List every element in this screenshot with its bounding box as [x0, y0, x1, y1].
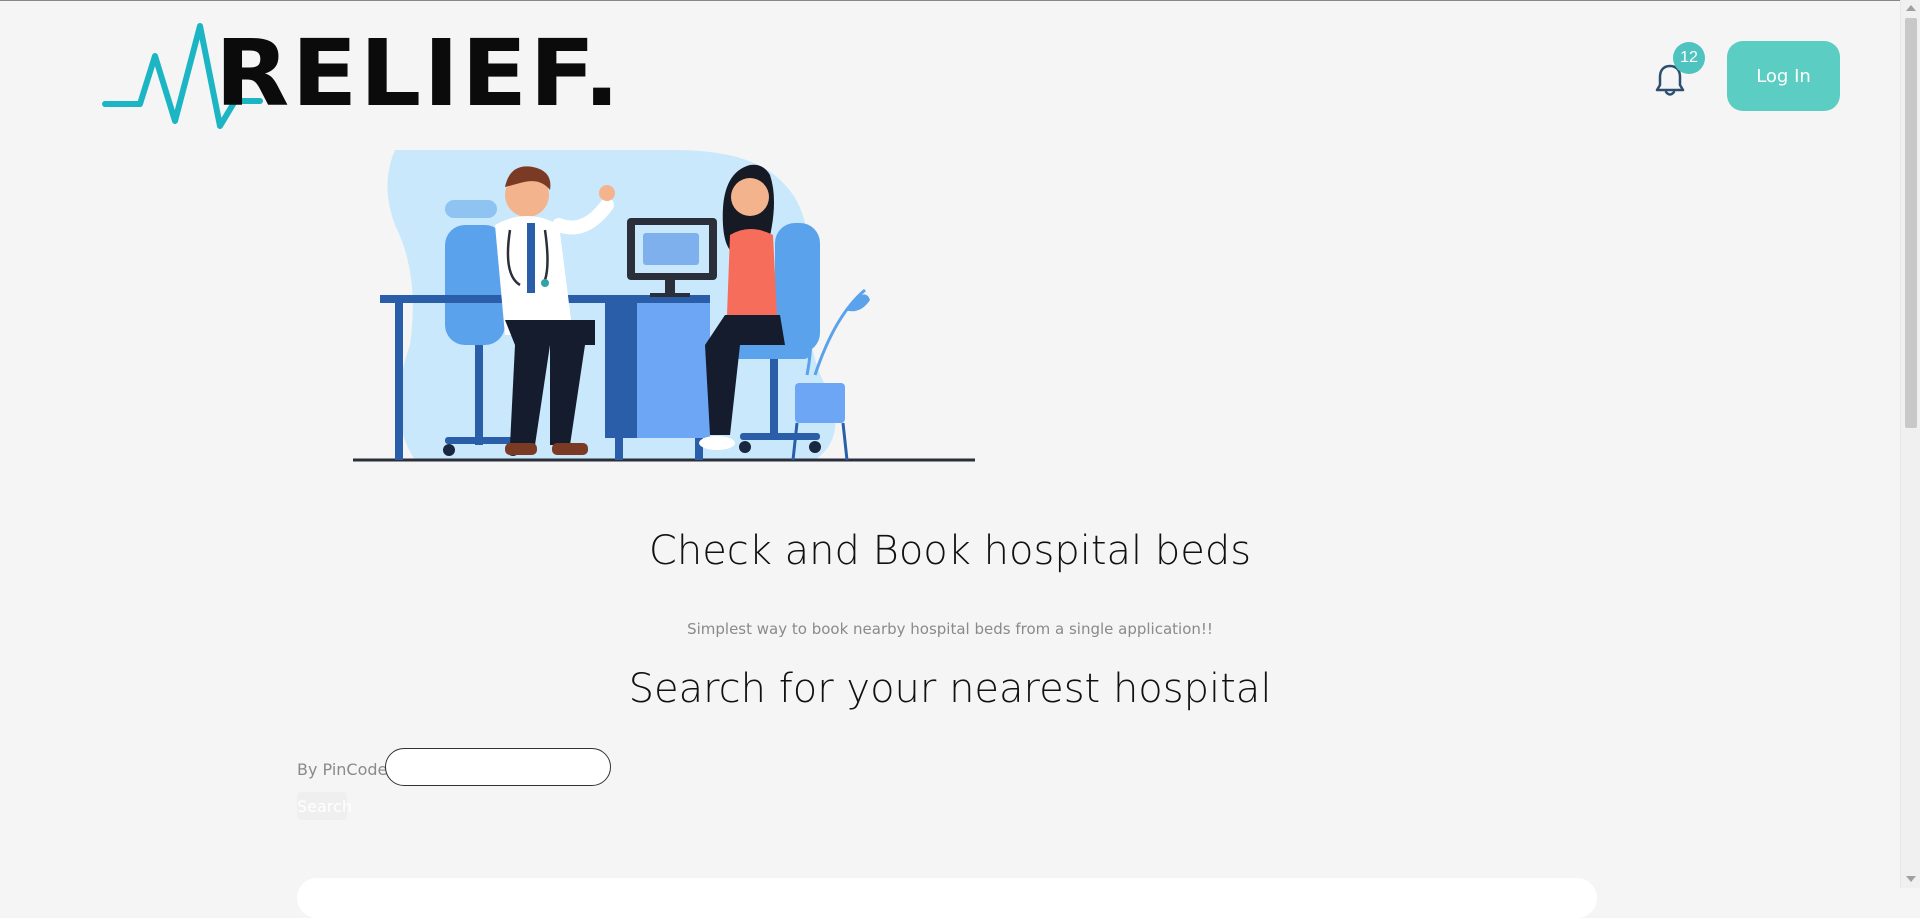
search-button[interactable]: Search	[297, 792, 352, 820]
search-section-title: Search for your nearest hospital	[628, 666, 1272, 712]
scrollbar-thumb[interactable]	[1905, 18, 1917, 428]
notification-count-badge: 12	[1673, 42, 1705, 74]
hero-title: Check and Book hospital beds	[648, 528, 1252, 574]
scroll-down-arrow-icon[interactable]	[1906, 876, 1916, 882]
hero-subtitle: Simplest way to book nearby hospital bed…	[687, 620, 1213, 638]
doctor-patient-illustration	[345, 145, 985, 465]
window-top-border	[0, 0, 1920, 1]
scroll-up-arrow-icon[interactable]	[1906, 5, 1916, 11]
relief-logo[interactable]: RELIEF.	[100, 16, 620, 146]
login-button[interactable]: Log In	[1727, 41, 1840, 111]
logo-text: RELIEF.	[215, 20, 623, 127]
results-card	[297, 878, 1597, 918]
vertical-scrollbar[interactable]	[1900, 0, 1920, 888]
pincode-input[interactable]	[385, 748, 611, 786]
pincode-label: By PinCode	[297, 760, 388, 779]
